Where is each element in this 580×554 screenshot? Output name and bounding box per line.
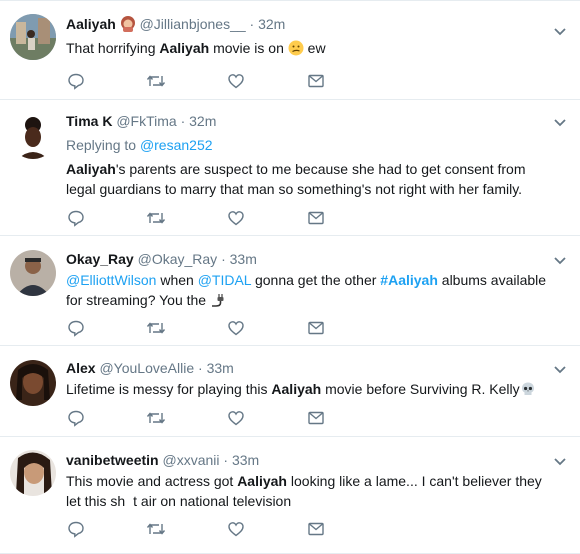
tweet-text: @ElliottWilson when @TIDAL gonna get the… bbox=[66, 270, 552, 313]
like-icon[interactable] bbox=[226, 318, 246, 338]
reply-icon[interactable] bbox=[66, 208, 86, 228]
tweet-4[interactable]: Alex @YouLoveAllie · 33m Lifetime is mes… bbox=[0, 346, 580, 437]
like-icon[interactable] bbox=[226, 408, 246, 428]
like-icon[interactable] bbox=[226, 519, 246, 539]
tweet-text: This movie and actress got Aaliyah looki… bbox=[66, 473, 542, 509]
chevron-down-icon[interactable] bbox=[552, 114, 568, 130]
message-icon[interactable] bbox=[306, 408, 326, 428]
timestamp[interactable]: 33m bbox=[232, 452, 259, 468]
reply-handle-link[interactable]: @resan252 bbox=[140, 137, 213, 153]
avatar[interactable] bbox=[10, 113, 56, 159]
retweet-icon[interactable] bbox=[146, 208, 166, 228]
display-name[interactable]: Tima K bbox=[66, 113, 112, 129]
retweet-icon[interactable] bbox=[146, 318, 166, 338]
tweet-1[interactable]: Aaliyah @Jillianbjones__ · 32m That horr… bbox=[0, 1, 580, 100]
avatar[interactable] bbox=[10, 450, 56, 496]
avatar[interactable] bbox=[10, 360, 56, 406]
like-icon[interactable] bbox=[226, 208, 246, 228]
avatar-image bbox=[10, 450, 56, 496]
timestamp[interactable]: 32m bbox=[258, 16, 285, 32]
tweet-3[interactable]: Okay_Ray @Okay_Ray · 33m @ElliottWilson … bbox=[0, 236, 580, 346]
tweet-actions bbox=[66, 208, 346, 228]
retweet-icon[interactable] bbox=[146, 71, 166, 91]
chevron-down-icon[interactable] bbox=[552, 252, 568, 268]
message-icon[interactable] bbox=[306, 71, 326, 91]
tweet-text: That horrifying Aaliyah movie is on ew bbox=[66, 38, 552, 61]
chevron-down-icon[interactable] bbox=[552, 23, 568, 39]
reply-icon[interactable] bbox=[66, 71, 86, 91]
handle[interactable]: @FkTima bbox=[116, 113, 176, 129]
separator: · bbox=[249, 16, 255, 32]
avatar[interactable] bbox=[10, 14, 56, 60]
tweet-header: Tima K @FkTima · 32m bbox=[66, 112, 552, 130]
plug-emoji bbox=[210, 292, 226, 313]
timestamp[interactable]: 33m bbox=[207, 360, 234, 376]
avatar-image bbox=[10, 113, 56, 159]
reply-icon[interactable] bbox=[66, 519, 86, 539]
tweet-actions bbox=[66, 408, 346, 428]
message-icon[interactable] bbox=[306, 318, 326, 338]
tweet-header: Okay_Ray @Okay_Ray · 33m bbox=[66, 250, 552, 268]
reply-icon[interactable] bbox=[66, 318, 86, 338]
tweet-actions bbox=[66, 318, 346, 338]
avatar-image bbox=[10, 14, 56, 60]
hashtag-link[interactable]: #Aaliyah bbox=[380, 272, 438, 288]
handle[interactable]: @YouLoveAllie bbox=[99, 360, 194, 376]
chevron-down-icon[interactable] bbox=[552, 453, 568, 469]
timestamp[interactable]: 32m bbox=[189, 113, 216, 129]
tweet-actions bbox=[66, 519, 346, 539]
like-icon[interactable] bbox=[226, 71, 246, 91]
retweet-icon[interactable] bbox=[146, 408, 166, 428]
display-name[interactable]: Aaliyah bbox=[66, 16, 116, 32]
separator: · bbox=[221, 251, 226, 267]
woman-emoji bbox=[120, 16, 136, 36]
separator: · bbox=[180, 113, 186, 129]
avatar[interactable] bbox=[10, 250, 56, 296]
tweet-header: Alex @YouLoveAllie · 33m bbox=[66, 359, 552, 377]
tweet-header: Aaliyah @Jillianbjones__ · 32m bbox=[66, 15, 552, 36]
retweet-icon[interactable] bbox=[146, 519, 166, 539]
confused-face-emoji bbox=[288, 40, 304, 61]
mention-link[interactable]: @TIDAL bbox=[198, 272, 251, 288]
tweet-text: Aaliyah's parents are suspect to me beca… bbox=[66, 161, 526, 197]
display-name[interactable]: vanibetweetin bbox=[66, 452, 159, 468]
timestamp[interactable]: 33m bbox=[230, 251, 257, 267]
reply-icon[interactable] bbox=[66, 408, 86, 428]
avatar-image bbox=[10, 360, 56, 406]
chevron-down-icon[interactable] bbox=[552, 361, 568, 377]
replying-to: Replying to @resan252 bbox=[66, 137, 213, 153]
tweet-text: Lifetime is messy for playing this Aaliy… bbox=[66, 379, 552, 402]
mention-link[interactable]: @ElliottWilson bbox=[66, 272, 156, 288]
tweet-header: vanibetweetin @xxvanii · 33m bbox=[66, 451, 552, 469]
message-icon[interactable] bbox=[306, 519, 326, 539]
tweet-actions bbox=[66, 71, 346, 91]
handle[interactable]: @Jillianbjones__ bbox=[140, 16, 246, 32]
separator: · bbox=[223, 452, 229, 468]
skull-emoji bbox=[520, 381, 536, 402]
handle[interactable]: @Okay_Ray bbox=[138, 251, 218, 267]
avatar-image bbox=[10, 250, 56, 296]
tweet-2[interactable]: Tima K @FkTima · 32m Replying to @resan2… bbox=[0, 100, 580, 236]
message-icon[interactable] bbox=[306, 208, 326, 228]
tweet-feed: Aaliyah @Jillianbjones__ · 32m That horr… bbox=[0, 0, 580, 554]
display-name[interactable]: Okay_Ray bbox=[66, 251, 134, 267]
tweet-5[interactable]: vanibetweetin @xxvanii · 33m This movie … bbox=[0, 437, 580, 554]
display-name[interactable]: Alex bbox=[66, 360, 96, 376]
handle[interactable]: @xxvanii bbox=[162, 452, 219, 468]
separator: · bbox=[198, 360, 203, 376]
